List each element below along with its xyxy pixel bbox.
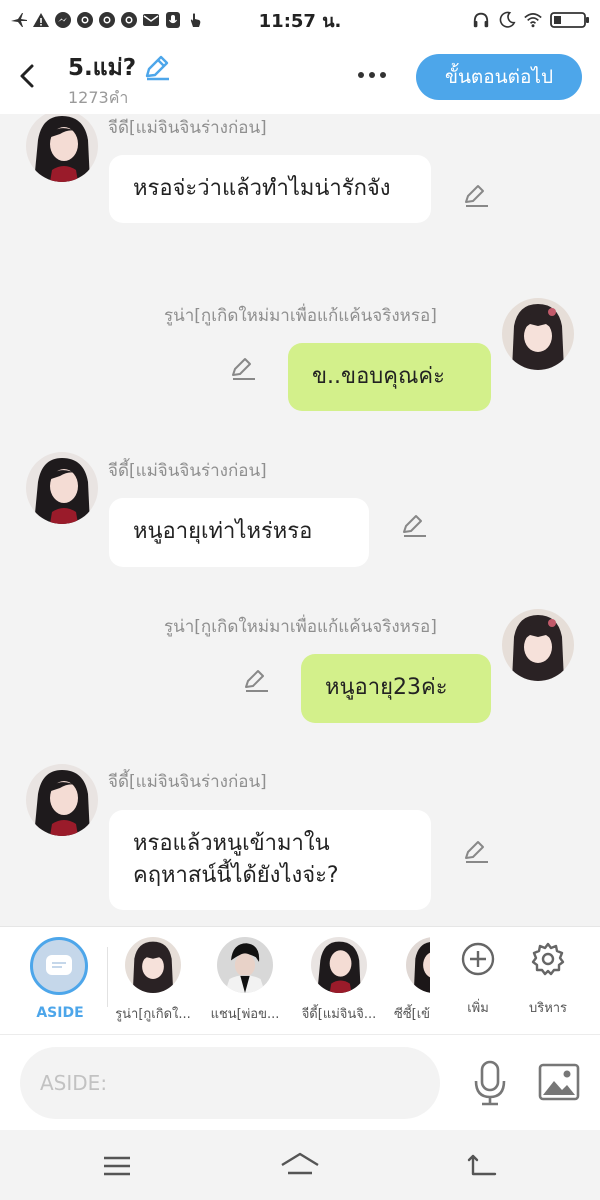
message-sender: จีดี้[แม่จินจินร่างก่อน]	[108, 461, 267, 481]
pencil-icon	[145, 55, 169, 81]
manage-label: บริหาร	[528, 1001, 568, 1016]
avatar-girl-bangs-icon	[502, 609, 574, 681]
recorder-icon	[164, 11, 182, 29]
avatar[interactable]	[26, 452, 98, 524]
character-item[interactable]: จีดี้[แม่จินจิ...	[294, 937, 384, 1024]
system-icons	[472, 11, 590, 29]
pencil-icon	[465, 185, 488, 207]
battery-icon	[550, 11, 590, 29]
pencil-icon	[245, 670, 268, 692]
mail-icon	[142, 11, 160, 29]
avatar	[406, 937, 430, 993]
moon-icon	[498, 11, 516, 29]
warning-icon	[32, 11, 50, 29]
avatar[interactable]	[502, 298, 574, 370]
aside-button[interactable]	[30, 937, 88, 995]
message-bubble[interactable]: หนูอายุเท่าไหร่หรอ	[109, 498, 369, 567]
notification-icons	[10, 11, 204, 29]
character-item[interactable]: ซีซี้[เข้	[386, 937, 430, 1024]
headphones-icon	[472, 11, 490, 29]
word-count: 1273คำ	[68, 88, 129, 107]
add-character-button[interactable]: เพิ่ม	[453, 941, 503, 1018]
chrome-icon	[120, 11, 138, 29]
edit-title-button[interactable]	[142, 52, 172, 82]
plus-circle-icon	[461, 942, 495, 976]
manage-button[interactable]: บริหาร	[523, 941, 573, 1018]
tap-icon	[186, 11, 204, 29]
edit-message-button[interactable]	[462, 838, 490, 866]
avatar-girl-bangs-icon	[125, 937, 181, 993]
avatar-girl-bangs-icon	[502, 298, 574, 370]
gear-icon	[531, 942, 565, 976]
avatar-girl-dark-icon	[26, 764, 98, 836]
avatar-girl-dark-icon	[26, 114, 98, 182]
avatar	[217, 937, 273, 993]
back-nav-button[interactable]	[463, 1148, 503, 1184]
avatar-girl-icon	[406, 937, 430, 993]
character-name: ซีซี้[เข้	[394, 1007, 430, 1022]
avatar[interactable]	[26, 764, 98, 836]
avatar[interactable]	[26, 114, 98, 182]
back-button[interactable]	[12, 58, 42, 94]
microphone-icon	[474, 1060, 506, 1106]
edit-message-button[interactable]	[400, 512, 428, 540]
hamburger-icon	[104, 1156, 130, 1176]
home-icon	[281, 1152, 319, 1175]
message-sender: จีดี[แม่จินจินร่างก่อน]	[108, 118, 267, 138]
message-bubble[interactable]: หนูอายุ23ค่ะ	[301, 654, 491, 723]
character-name: จีดี้[แม่จินจิ...	[301, 1007, 377, 1022]
more-options-button[interactable]	[352, 60, 392, 90]
menu-button[interactable]	[97, 1148, 137, 1184]
input-bar	[0, 1034, 600, 1130]
character-item[interactable]: รูน่า[กูเกิดใ...	[108, 937, 198, 1024]
character-name: รูน่า[กูเกิดใ...	[115, 1007, 191, 1022]
message-bubble[interactable]: หรอจ่ะว่าแล้วทำไมน่ารักจัง	[109, 155, 431, 223]
pencil-icon	[232, 358, 255, 380]
character-item[interactable]: แชน[พ่อข...	[200, 937, 290, 1024]
character-list[interactable]: รูน่า[กูเกิดใ... แชน[พ่อข... จีดี้[แม่จิ…	[108, 927, 430, 1034]
chrome-icon	[98, 11, 116, 29]
microphone-button[interactable]	[470, 1059, 510, 1107]
edit-message-button[interactable]	[229, 355, 257, 383]
narration-icon	[46, 955, 72, 975]
home-button[interactable]	[280, 1148, 320, 1184]
avatar-girl-dark-icon	[26, 452, 98, 524]
return-icon	[467, 1154, 497, 1176]
pencil-icon	[465, 841, 488, 863]
system-nav-bar	[0, 1130, 600, 1200]
edit-message-button[interactable]	[242, 667, 270, 695]
message-bubble[interactable]: หรอแล้วหนูเข้ามาในคฤหาสน์นี้ได้ยังไงจ่ะ?	[109, 810, 431, 910]
avatar-girl-dark-icon	[311, 937, 367, 993]
message-bubble[interactable]: ข..ขอบคุณค่ะ	[288, 343, 491, 411]
avatar[interactable]	[502, 609, 574, 681]
status-bar: 11:57 น.	[0, 0, 600, 40]
image-icon	[538, 1063, 580, 1101]
message-sender: รูน่า[กูเกิดใหม่มาเพื่อแก้แค้นจริงหรอ]	[164, 306, 437, 326]
episode-title[interactable]: 5.แม่?	[68, 50, 136, 86]
next-step-button[interactable]: ขั้นตอนต่อไป	[416, 54, 582, 100]
character-bar: ASIDE รูน่า[กูเกิดใ... แชน[พ่อข... จีดี้…	[0, 926, 600, 1034]
message-sender: รูน่า[กูเกิดใหม่มาเพื่อแก้แค้นจริงหรอ]	[164, 617, 437, 637]
airplane-icon	[10, 11, 28, 29]
chrome-icon	[76, 11, 94, 29]
pencil-icon	[403, 515, 426, 537]
avatar	[125, 937, 181, 993]
chat-header: 5.แม่? 1273คำ ขั้นตอนต่อไป	[0, 40, 600, 114]
character-name: แชน[พ่อข...	[210, 1007, 280, 1022]
wifi-icon	[524, 11, 542, 29]
edit-message-button[interactable]	[462, 182, 490, 210]
more-dots-icon	[358, 72, 364, 78]
aside-label: ASIDE	[36, 1005, 84, 1021]
chat-area[interactable]: จีดี[แม่จินจินร่างก่อน] หรอจ่ะว่าแล้วทำไ…	[0, 114, 600, 926]
insert-image-button[interactable]	[538, 1063, 580, 1101]
message-input[interactable]	[20, 1047, 440, 1119]
messenger-icon	[54, 11, 72, 29]
avatar-man-icon	[217, 937, 273, 993]
avatar	[311, 937, 367, 993]
add-label: เพิ่ม	[467, 1001, 489, 1016]
chevron-left-icon	[20, 64, 34, 88]
message-sender: จีดี้[แม่จินจินร่างก่อน]	[108, 772, 267, 792]
